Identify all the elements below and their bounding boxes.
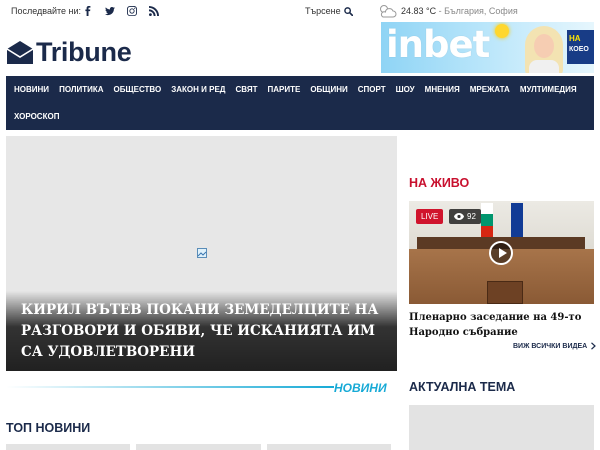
twitter-icon[interactable] bbox=[104, 5, 116, 17]
top-news-heading: ТОП НОВИНИ bbox=[6, 421, 91, 435]
banner-brand: inbet bbox=[386, 23, 490, 66]
rss-icon[interactable] bbox=[148, 5, 160, 17]
all-videos-label: ВИЖ ВСИЧКИ ВИДЕА bbox=[513, 342, 588, 350]
nav-item[interactable]: ЗАКОН И РЕД bbox=[167, 85, 229, 94]
news-section-link[interactable]: НОВИНИ bbox=[334, 381, 387, 395]
nav-item[interactable]: ОБЩИНИ bbox=[306, 85, 351, 94]
nav-item[interactable]: ОБЩЕСТВО bbox=[110, 85, 166, 94]
nav-item[interactable]: ПОЛИТИКА bbox=[55, 85, 107, 94]
banner-tag-line2: КОЕО bbox=[569, 46, 589, 53]
top-news-card[interactable] bbox=[6, 444, 130, 450]
views-count: 92 bbox=[467, 212, 476, 221]
nav-item[interactable]: МУЛТИМЕДИЯ bbox=[516, 85, 581, 94]
banner-model-image bbox=[521, 26, 567, 73]
nav-item[interactable]: МНЕНИЯ bbox=[421, 85, 464, 94]
nav-row: НОВИНИ ПОЛИТИКА ОБЩЕСТВО ЗАКОН И РЕД СВЯТ ПАР… bbox=[10, 76, 590, 103]
top-news-card[interactable] bbox=[267, 444, 391, 450]
hero-headline: Кирил Вътев покани земеделците на разгов… bbox=[21, 302, 379, 360]
nav-item[interactable]: ХОРОСКОП bbox=[10, 112, 63, 121]
topical-theme-heading: АКТУАЛНА ТЕМА bbox=[409, 380, 516, 394]
all-videos-link[interactable]: ВИЖ ВСИЧКИ ВИДЕА bbox=[513, 342, 597, 350]
section-divider bbox=[6, 386, 334, 388]
facebook-icon[interactable] bbox=[82, 5, 94, 17]
inbet-banner-ad[interactable]: inbet НА КОЕО bbox=[381, 22, 594, 73]
bulgarian-flag bbox=[481, 203, 493, 237]
search-icon bbox=[343, 6, 353, 16]
weather-widget: 24.83 °C - България, София bbox=[377, 3, 518, 19]
banner-tag-line1: НА bbox=[569, 34, 581, 43]
instagram-icon[interactable] bbox=[126, 5, 138, 17]
site-logo[interactable]: Tribune bbox=[6, 37, 132, 68]
live-video-title[interactable]: Пленарно заседание на 49-то Народно събр… bbox=[409, 310, 594, 340]
banner-promo-tag: НА КОЕО bbox=[567, 30, 594, 64]
nav-row: ХОРОСКОП bbox=[10, 103, 590, 130]
main-navigation: НОВИНИ ПОЛИТИКА ОБЩЕСТВО ЗАКОН И РЕД СВЯТ ПАР… bbox=[6, 76, 594, 130]
views-badge: 92 bbox=[449, 209, 481, 224]
search-link[interactable]: Търсене bbox=[305, 6, 353, 16]
nav-item[interactable]: СВЯТ bbox=[231, 85, 261, 94]
top-bar: Последвайте ни: Търсене 24.83 °C - Бълга… bbox=[0, 0, 600, 24]
house-logo-icon bbox=[6, 40, 34, 64]
live-heading: НА ЖИВО bbox=[409, 176, 470, 190]
eu-flag bbox=[511, 203, 523, 237]
broken-image-icon bbox=[197, 248, 207, 258]
nav-item[interactable]: МРЕЖАТА bbox=[466, 85, 514, 94]
search-label: Търсене bbox=[305, 6, 341, 16]
partly-cloudy-icon bbox=[380, 5, 397, 18]
nav-item[interactable]: ПАРИТЕ bbox=[263, 85, 304, 94]
chevron-right-icon bbox=[591, 342, 597, 350]
weather-location: - България, София bbox=[438, 6, 518, 16]
nav-item[interactable]: НОВИНИ bbox=[10, 85, 53, 94]
podium bbox=[487, 281, 523, 304]
hero-article[interactable]: Кирил Вътев покани земеделците на разгов… bbox=[6, 136, 397, 371]
nav-item[interactable]: СПОРТ bbox=[354, 85, 390, 94]
topical-theme-card[interactable] bbox=[409, 405, 594, 450]
live-badge: LIVE bbox=[416, 209, 444, 224]
sun-graphic bbox=[495, 24, 509, 38]
top-news-card[interactable] bbox=[136, 444, 261, 450]
play-icon[interactable] bbox=[489, 241, 513, 265]
weather-temp: 24.83 °C bbox=[401, 6, 437, 16]
live-video-player[interactable]: LIVE 92 bbox=[409, 201, 594, 304]
eye-icon bbox=[454, 213, 464, 220]
logo-text: Tribune bbox=[36, 37, 132, 67]
nav-item[interactable]: ШОУ bbox=[392, 85, 419, 94]
follow-us-label: Последвайте ни: bbox=[11, 6, 82, 16]
